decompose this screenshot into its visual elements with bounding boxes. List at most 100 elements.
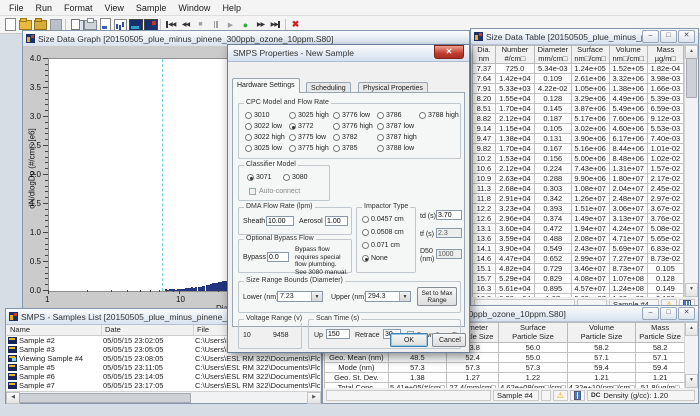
scroll-up-icon[interactable]: ▲ [685, 322, 698, 336]
tf-field[interactable] [436, 228, 462, 238]
table-row[interactable]: 8.822.12e+040.1875.17e+067.60e+069.12e-0… [473, 114, 684, 124]
table-row[interactable]: 15.75.29e+040.8294.08e+071.07e+080.128 [473, 274, 684, 284]
cancel-button[interactable]: Cancel [432, 333, 466, 347]
table-row[interactable]: 13.63.59e+040.4882.08e+074.71e+075.65e-0… [473, 234, 684, 244]
column-header[interactable]: Surfacenm□/cm□ [571, 46, 609, 64]
cpc-option-3788-low[interactable]: 3788 low [377, 145, 414, 152]
table-row[interactable]: 9.471.38e+040.1313.90e+066.17e+067.40e-0… [473, 134, 684, 144]
table-row[interactable]: 13.13.60e+040.4721.94e+074.24e+075.08e-0… [473, 224, 684, 234]
impactor-option-0-071-cm[interactable]: 0.071 cm [362, 242, 400, 249]
scan-up-field[interactable] [326, 329, 350, 339]
samples-horizontal-scrollbar[interactable]: ◀ ▶ [6, 391, 321, 403]
table-row[interactable]: 10.92.63e+040.2889.90e+061.80e+072.17e-0… [473, 174, 684, 184]
table-row[interactable]: 16.35.61e+040.8954.57e+071.24e+080.149 [473, 284, 684, 294]
table-window-titlebar[interactable]: Size Data Table [20150505_plue_minus_pin… [471, 29, 698, 45]
column-header[interactable]: MassParticle Size [636, 323, 685, 343]
lower-bound-combobox[interactable]: 7.23 ▼ [277, 291, 323, 302]
menu-window[interactable]: Window [172, 2, 216, 14]
table-row[interactable]: 7.915.33e+034.22e-021.05e+061.38e+061.66… [473, 84, 684, 94]
cpc-option-3785[interactable]: 3785 [333, 145, 358, 152]
classifier-option-3071[interactable]: 3071 [247, 174, 272, 181]
impactor-option-none[interactable]: None [362, 255, 388, 262]
cpc-option-3786[interactable]: 3786 [377, 112, 402, 119]
cpc-option-3010[interactable]: 3010 [245, 112, 270, 119]
stats-row[interactable]: Geo. Mean (nm)48.552.455.057.157.1 [325, 353, 685, 363]
scroll-up-icon[interactable]: ▲ [685, 45, 698, 59]
cpc-option-3787-high[interactable]: 3787 high [377, 134, 417, 141]
scrollbar-thumb[interactable] [19, 393, 191, 403]
close-icon[interactable]: ✕ [678, 307, 695, 320]
table-row[interactable]: 12.62.96e+040.3741.49e+073.13e+073.76e-0… [473, 214, 684, 224]
column-header[interactable]: Massµg/m□ [647, 46, 683, 64]
table-row[interactable]: 7.37725.05.34e-031.24e+051.52e+051.82e-0… [473, 64, 684, 74]
table-row[interactable]: 9.821.70e+040.1675.16e+068.44e+061.01e-0… [473, 144, 684, 154]
table-row[interactable]: 14.13.90e+040.5492.43e+075.69e+076.83e-0… [473, 244, 684, 254]
column-header[interactable]: Diametermm/cm□ [535, 46, 572, 64]
size-data-table[interactable]: Dia.nmNumber#/cm□Diametermm/cm□Surfacenm… [472, 45, 684, 297]
cpc-option-3022-low[interactable]: 3022 low [245, 123, 282, 130]
minimize-icon[interactable]: – [642, 30, 659, 43]
table-row[interactable]: 11.32.68e+040.3031.08e+072.04e+072.45e-0… [473, 184, 684, 194]
stats-vertical-scrollbar[interactable]: ▲ ▼ [684, 322, 698, 388]
ok-button[interactable]: OK [390, 333, 428, 347]
column-header[interactable]: Dia.nm [473, 46, 496, 64]
scroll-left-icon[interactable]: ◀ [6, 392, 20, 404]
cpc-option-3025-high[interactable]: 3025 high [289, 112, 329, 119]
stats-row[interactable]: Geo. St. Dev.1.381.271.221.211.21 [325, 373, 685, 383]
scroll-down-icon[interactable]: ▼ [685, 374, 698, 388]
sample-list-item[interactable]: Sample #705/05/15 23:17:05C:\Users\ESL R… [7, 381, 320, 390]
table-row[interactable]: 15.14.82e+040.7293.46e+078.73e+070.105 [473, 264, 684, 274]
d50-field[interactable] [436, 249, 462, 259]
stats-row[interactable]: Total Conc.5.41e+05(#/cm□27.4(mm/cm□4.62… [325, 383, 685, 389]
chevron-down-icon[interactable]: ▼ [311, 292, 322, 301]
column-header[interactable]: SurfaceParticle Size [499, 323, 568, 343]
menu-format[interactable]: Format [58, 2, 99, 14]
sheath-flow-field[interactable] [266, 216, 294, 226]
tab-hardware-settings[interactable]: Hardware Settings [232, 78, 300, 93]
table-row[interactable]: 16.86.38e+041.075.69e+071.60e+080.192 [473, 294, 684, 298]
table-row[interactable]: 9.141.15e+040.1053.02e+064.60e+065.53e-0… [473, 124, 684, 134]
table-row[interactable]: 11.82.91e+040.3421.26e+072.48e+072.97e-0… [473, 194, 684, 204]
menu-sample[interactable]: Sample [130, 2, 173, 14]
menu-view[interactable]: View [99, 2, 130, 14]
restore-icon[interactable]: □ [660, 30, 677, 43]
bypass-flow-field[interactable] [267, 252, 289, 262]
impactor-option-0-0457-cm[interactable]: 0.0457 cm [362, 216, 404, 223]
sample-list-item[interactable]: Sample #605/05/15 23:14:05C:\Users\ESL R… [7, 372, 320, 381]
scrollbar-thumb[interactable] [686, 58, 697, 98]
table-row[interactable]: 10.62.12e+040.2247.43e+061.31e+071.57e-0… [473, 164, 684, 174]
cpc-option-3776-low[interactable]: 3776 low [333, 112, 370, 119]
scroll-right-icon[interactable]: ▶ [307, 392, 321, 404]
cpc-option-3775-high[interactable]: 3775 high [289, 145, 329, 152]
sample-list-item[interactable]: Sample #505/05/15 23:11:05C:\Users\ESL R… [7, 363, 320, 372]
new-document-icon[interactable] [3, 18, 18, 31]
table-row[interactable]: 14.64.47e+040.6522.99e+077.27e+078.73e-0… [473, 254, 684, 264]
table-row[interactable]: 7.641.42e+040.1092.61e+063.32e+063.98e-0… [473, 74, 684, 84]
td-field[interactable] [436, 210, 462, 220]
dialog-titlebar[interactable]: SMPS Properties - New Sample ✕ [228, 45, 469, 62]
table-row[interactable]: 8.201.55e+040.1283.29e+064.49e+065.39e-0… [473, 94, 684, 104]
stats-row[interactable]: Mode (nm)57.357.357.359.459.4 [325, 363, 685, 373]
menu-run[interactable]: Run [30, 2, 59, 14]
set-max-range-button[interactable]: Set to Max Range [417, 287, 457, 306]
table-row[interactable]: 10.21.53e+040.1565.00e+068.48e+061.02e-0… [473, 154, 684, 164]
upper-bound-combobox[interactable]: 294.3 ▼ [365, 291, 411, 302]
table-row[interactable]: 12.23.23e+040.3931.51e+073.06e+073.67e-0… [473, 204, 684, 214]
menu-help[interactable]: Help [216, 2, 247, 14]
sample-list-item[interactable]: Viewing Sample #405/05/15 23:08:05C:\Use… [7, 354, 320, 363]
menu-file[interactable]: File [3, 2, 30, 14]
cpc-option-3782[interactable]: 3782 [333, 134, 358, 141]
restore-icon[interactable]: □ [660, 307, 677, 320]
close-icon[interactable]: ✕ [678, 30, 695, 43]
cpc-option-3022-high[interactable]: 3022 high [245, 134, 285, 141]
scroll-down-icon[interactable]: ▼ [685, 283, 698, 297]
cpc-option-3775-low[interactable]: 3775 low [289, 134, 326, 141]
column-header[interactable]: Number#/cm□ [495, 46, 534, 64]
impactor-option-0-0508-cm[interactable]: 0.0508 cm [362, 229, 404, 236]
column-header-name[interactable]: Name [7, 325, 102, 335]
cpc-option-3787-low[interactable]: 3787 low [377, 123, 414, 130]
cpc-option-3025-low[interactable]: 3025 low [245, 145, 282, 152]
auto-connect-checkbox[interactable] [249, 188, 256, 195]
cpc-option-3788-high[interactable]: 3788 high [419, 112, 459, 119]
classifier-option-3080[interactable]: 3080 [283, 174, 308, 181]
